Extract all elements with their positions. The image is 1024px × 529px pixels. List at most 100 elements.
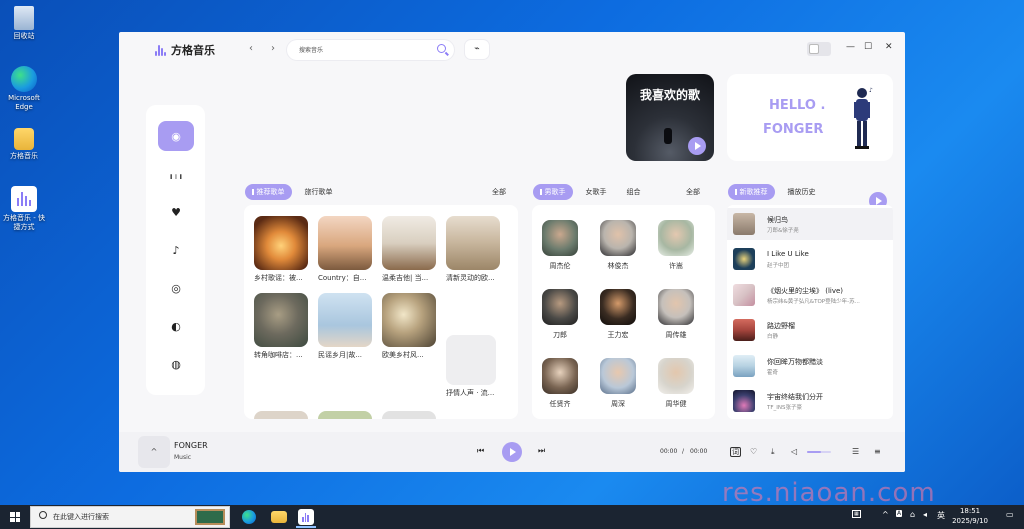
playlist-card[interactable]: 清新灵动的欧... bbox=[446, 216, 500, 283]
playlist-icon[interactable]: ☰ bbox=[852, 447, 859, 456]
download-icon[interactable]: ⤓ bbox=[771, 447, 775, 457]
windows-start-icon[interactable] bbox=[10, 512, 20, 522]
taskbar-music-app-icon[interactable] bbox=[298, 509, 314, 525]
playlist-tabs: 推荐歌单 旅行歌单 bbox=[245, 184, 340, 200]
desktop-icon-label: 方格音乐 bbox=[10, 152, 38, 160]
sidebar-radar-icon[interactable]: ◎ bbox=[158, 273, 194, 303]
maximize-button[interactable]: ☐ bbox=[864, 42, 872, 52]
favorite-play-button[interactable] bbox=[688, 137, 706, 155]
singer-card[interactable]: 王力宏 bbox=[598, 289, 638, 340]
input-language[interactable]: 英 bbox=[937, 510, 945, 521]
speaker-icon[interactable]: ◂ bbox=[923, 510, 927, 519]
title-bar: 方格音乐 ‹ › ⌁ — ☐ ✕ bbox=[119, 32, 905, 66]
tab-groups[interactable]: 组合 bbox=[620, 184, 648, 200]
pulse-icon[interactable]: ⌁ bbox=[465, 40, 489, 59]
tab-recommended-playlists[interactable]: 推荐歌单 bbox=[245, 184, 292, 200]
song-row[interactable]: 候归鸟 刀郎&徐子尧 bbox=[727, 208, 893, 240]
like-icon[interactable]: ♡ bbox=[750, 447, 757, 456]
favorite-songs-banner[interactable]: 我喜欢的歌 bbox=[626, 74, 714, 161]
taskbar-explorer-icon[interactable] bbox=[271, 511, 287, 523]
song-row[interactable]: I Like U Like 赵子中团 bbox=[727, 243, 893, 275]
desktop-app-shortcut[interactable]: 方格音乐 - 快捷方式 bbox=[2, 186, 46, 232]
now-playing-subtitle: Music bbox=[174, 454, 192, 461]
desktop-recycle-bin[interactable]: 回收站 bbox=[2, 6, 46, 41]
singer-card[interactable]: 许嵩 bbox=[656, 220, 696, 271]
notification-icon[interactable]: A bbox=[896, 510, 903, 517]
hello-banner: HELLO . FONGER ♪ bbox=[727, 74, 893, 161]
desktop-icon-label: 回收站 bbox=[13, 32, 35, 40]
singer-avatar bbox=[542, 358, 578, 394]
search-icon[interactable] bbox=[437, 44, 446, 53]
singer-card[interactable]: 周深 bbox=[598, 358, 638, 409]
playlist-card[interactable]: 乡村歌谣：被... bbox=[254, 216, 308, 283]
hello-line-1: HELLO . bbox=[769, 98, 826, 113]
song-row[interactable]: 路边野榴 白静 bbox=[727, 314, 893, 346]
singer-card[interactable]: 周杰伦 bbox=[540, 220, 580, 271]
taskbar-edge-icon[interactable] bbox=[242, 510, 256, 524]
playlist-card[interactable]: 转角咖啡店：... bbox=[254, 293, 308, 360]
minimize-button[interactable]: — bbox=[846, 42, 855, 52]
playlists-all-button[interactable]: 全部 bbox=[492, 187, 506, 197]
playlist-cover bbox=[382, 293, 436, 347]
chevron-up-icon[interactable]: ^ bbox=[882, 510, 889, 519]
tab-play-history[interactable]: 播放历史 bbox=[781, 184, 823, 200]
sidebar-note-icon[interactable]: ♪ bbox=[158, 235, 194, 265]
singer-card[interactable]: 任贤齐 bbox=[540, 358, 580, 409]
action-center-icon[interactable]: ▭ bbox=[1006, 510, 1014, 519]
recycle-bin-icon bbox=[14, 6, 34, 30]
folder-icon bbox=[14, 128, 34, 150]
song-row[interactable]: 《烟火里的尘埃》 (live) 杨宗纬&黄子弘凡&TOP登陆少年-苏... bbox=[727, 279, 893, 311]
song-row[interactable]: 宇宙终结我们分开 TF_INS张子豪 bbox=[727, 385, 893, 417]
sidebar-leaf-icon[interactable]: ◍ bbox=[158, 349, 194, 379]
now-playing-cover[interactable]: ^ bbox=[138, 436, 170, 468]
tab-new-songs[interactable]: 新歌推荐 bbox=[728, 184, 775, 200]
sidebar-disc-icon[interactable]: ◉ bbox=[158, 121, 194, 151]
playlist-card[interactable]: 温柔吉他| 当... bbox=[382, 216, 436, 283]
singer-card[interactable]: 周华健 bbox=[656, 358, 696, 409]
forward-button[interactable]: › bbox=[271, 43, 275, 54]
network-icon[interactable]: ⌂ bbox=[910, 510, 915, 519]
volume-icon[interactable]: ◁ bbox=[791, 447, 797, 456]
singer-card[interactable]: 林俊杰 bbox=[598, 220, 638, 271]
back-button[interactable]: ‹ bbox=[249, 43, 253, 54]
theme-toggle[interactable] bbox=[807, 42, 831, 56]
desktop-edge[interactable]: Microsoft Edge bbox=[2, 66, 46, 112]
system-clock[interactable]: 18:51 2025/9/10 bbox=[952, 506, 988, 526]
song-cover bbox=[733, 248, 755, 270]
keyboard-icon[interactable]: ▦ bbox=[852, 510, 861, 518]
playlist-card[interactable]: 抒情人声 · 流... bbox=[446, 335, 500, 398]
taskbar-search-placeholder: 在此键入进行搜索 bbox=[53, 513, 109, 521]
time-separator: / bbox=[682, 448, 685, 455]
desktop-folder[interactable]: 方格音乐 bbox=[2, 128, 46, 161]
sidebar-toggle-icon[interactable]: ◐ bbox=[158, 311, 194, 341]
next-track-icon[interactable]: ⏭ bbox=[538, 446, 545, 456]
playlist-cover bbox=[446, 335, 496, 385]
volume-slider[interactable] bbox=[807, 451, 831, 453]
tab-female-singers[interactable]: 女歌手 bbox=[579, 184, 614, 200]
search-input[interactable] bbox=[299, 44, 429, 56]
song-cover bbox=[733, 213, 755, 235]
close-button[interactable]: ✕ bbox=[885, 42, 893, 52]
song-artist: 刀郎&徐子尧 bbox=[767, 228, 799, 234]
playlist-card[interactable]: 民谣乡月|故... bbox=[318, 293, 372, 360]
playlist-card[interactable]: 欧美乡村风... bbox=[382, 293, 436, 360]
singers-all-button[interactable]: 全部 bbox=[686, 187, 700, 197]
queue-icon[interactable]: ≡ bbox=[874, 447, 881, 456]
playlist-card[interactable]: Country：自... bbox=[318, 216, 372, 283]
app-window: 方格音乐 ‹ › ⌁ — ☐ ✕ ◉ ╻╷╻ ♥ ♪ ◎ ◐ ◍ 我喜欢的歌 H… bbox=[119, 32, 905, 472]
play-pause-button[interactable] bbox=[502, 442, 522, 462]
lyrics-icon[interactable]: 词 bbox=[730, 447, 741, 457]
playlist-name: 乡村歌谣：被... bbox=[254, 274, 303, 282]
song-row[interactable]: 你回眸万物都黯淡 霍奇 bbox=[727, 350, 893, 382]
sidebar-chart-icon[interactable]: ╻╷╻ bbox=[158, 159, 194, 189]
song-artist: 赵子中团 bbox=[767, 263, 790, 269]
sidebar-heart-icon[interactable]: ♥ bbox=[158, 197, 194, 227]
singer-card[interactable]: 刀郎 bbox=[540, 289, 580, 340]
tab-travel-playlists[interactable]: 旅行歌单 bbox=[298, 184, 340, 200]
logo-bars-icon bbox=[155, 44, 167, 56]
tab-male-singers[interactable]: 男歌手 bbox=[533, 184, 573, 200]
singer-name: 林俊杰 bbox=[607, 262, 629, 270]
taskbar-search[interactable]: 在此键入进行搜索 bbox=[30, 506, 230, 528]
previous-track-icon[interactable]: ⏮ bbox=[477, 446, 484, 456]
singer-card[interactable]: 周传雄 bbox=[656, 289, 696, 340]
